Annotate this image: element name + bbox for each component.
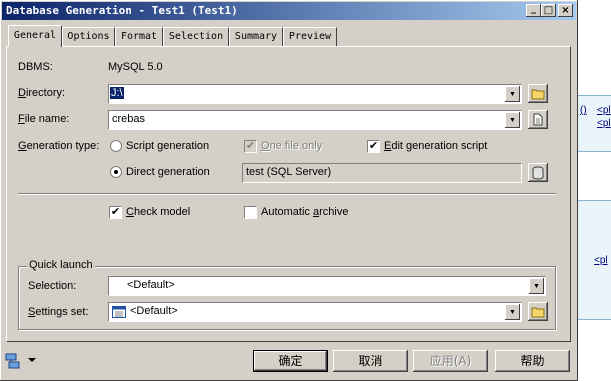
script-generation-label[interactable]: Script generation	[126, 140, 209, 152]
selection-combobox[interactable]: <Default> ▼	[108, 276, 546, 296]
radio-selected-dot	[114, 170, 118, 174]
close-icon: ×	[561, 4, 570, 16]
minimize-icon: _	[531, 2, 536, 14]
cancel-button[interactable]: 取消	[333, 350, 408, 372]
filename-input[interactable]: crebas	[112, 113, 145, 125]
settings-set-combobox[interactable]: <Default> ▼	[108, 302, 522, 322]
directory-label: Directory:	[18, 87, 66, 99]
background-text-2: <pl	[597, 105, 611, 116]
tab-options[interactable]: Options	[62, 27, 115, 46]
browse-directory-button[interactable]	[528, 84, 548, 103]
chevron-down-icon: ▼	[509, 90, 516, 98]
generation-type-label: Generation type:	[18, 140, 100, 152]
one-file-only-checkbox: ✔	[244, 140, 257, 153]
separator	[18, 193, 556, 195]
background-text-1: ()	[580, 105, 587, 116]
directory-dropdown-button[interactable]: ▼	[505, 86, 520, 102]
window-title: Database Generation - Test1 (Test1)	[6, 4, 238, 17]
one-file-only-label: One file only	[261, 140, 323, 152]
connect-datasource-button[interactable]	[528, 163, 548, 182]
title-bar[interactable]: Database Generation - Test1 (Test1) _ □ …	[2, 2, 576, 20]
edit-generation-script-label[interactable]: Edit generation script	[384, 140, 487, 152]
settings-set-value: <Default>	[130, 305, 178, 317]
browse-file-button[interactable]	[528, 110, 548, 129]
background-text-3: <pl	[597, 118, 611, 129]
chevron-down-icon: ▼	[533, 282, 540, 290]
close-button[interactable]: ×	[558, 4, 573, 17]
help-button[interactable]: 帮助	[495, 350, 570, 372]
automatic-archive-checkbox[interactable]	[244, 206, 257, 219]
selection-value: <Default>	[127, 279, 175, 291]
database-generation-dialog: Database Generation - Test1 (Test1) _ □ …	[0, 0, 578, 381]
tab-summary[interactable]: Summary	[229, 27, 283, 46]
filename-label: File name:	[18, 113, 70, 125]
direct-generation-radio[interactable]	[110, 166, 122, 178]
folder-icon	[531, 307, 545, 317]
direct-generation-label[interactable]: Direct generation	[126, 166, 210, 178]
tab-format[interactable]: Format	[115, 27, 163, 46]
data-source-value: test (SQL Server)	[246, 166, 332, 178]
apply-button: 应用(A)	[413, 350, 488, 372]
filename-dropdown-button[interactable]: ▼	[505, 112, 520, 128]
maximize-button[interactable]: □	[541, 4, 556, 17]
tab-selection[interactable]: Selection	[163, 27, 229, 46]
minimize-button[interactable]: _	[526, 2, 541, 17]
browse-settings-button[interactable]	[528, 302, 548, 321]
dbms-label: DBMS:	[18, 61, 53, 73]
selection-dropdown-button[interactable]: ▼	[529, 278, 544, 294]
automatic-archive-label[interactable]: Automatic archive	[261, 206, 348, 218]
chevron-down-icon	[28, 358, 36, 362]
dbms-value: MySQL 5.0	[108, 61, 163, 73]
settings-set-label: Settings set:	[28, 306, 89, 318]
document-icon	[533, 113, 543, 126]
quick-launch-label: Quick launch	[27, 259, 95, 271]
database-icon	[532, 166, 544, 180]
data-source-field: test (SQL Server)	[242, 163, 522, 183]
background-text-4: <pl	[594, 255, 608, 266]
settings-list-icon	[112, 306, 126, 318]
check-model-label[interactable]: Check model	[126, 206, 190, 218]
tab-preview[interactable]: Preview	[283, 27, 337, 46]
chevron-down-icon: ▼	[509, 116, 516, 124]
model-settings-icon	[5, 353, 20, 369]
settings-menu-button[interactable]	[5, 351, 39, 371]
directory-input[interactable]: J:\	[110, 87, 124, 99]
chevron-down-icon: ▼	[509, 308, 516, 316]
settings-set-dropdown-button[interactable]: ▼	[505, 304, 520, 320]
directory-combobox[interactable]: J:\ ▼	[108, 84, 522, 104]
script-generation-radio[interactable]	[110, 140, 122, 152]
check-model-checkbox[interactable]: ✔	[109, 206, 122, 219]
ok-button[interactable]: 确定	[253, 350, 328, 372]
tab-general[interactable]: General	[8, 25, 62, 47]
filename-combobox[interactable]: crebas ▼	[108, 110, 522, 130]
maximize-icon: □	[543, 4, 554, 16]
edit-generation-script-checkbox[interactable]: ✔	[367, 140, 380, 153]
selection-label: Selection:	[28, 280, 77, 292]
folder-icon	[531, 89, 545, 99]
